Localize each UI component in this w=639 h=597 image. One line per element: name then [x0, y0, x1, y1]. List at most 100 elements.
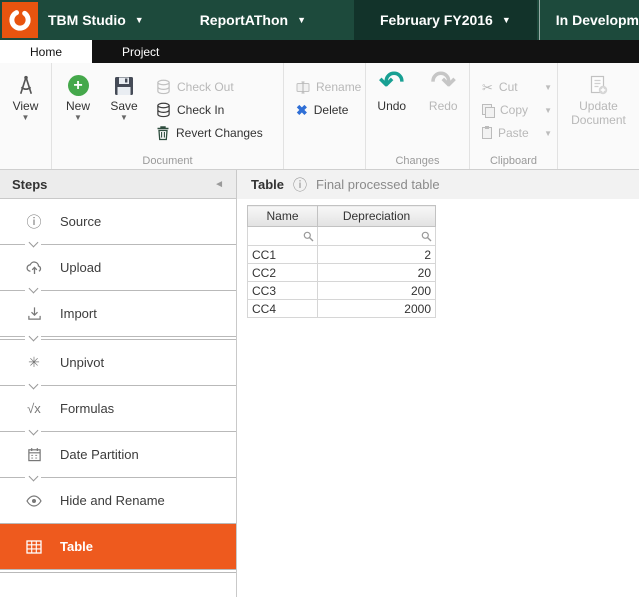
ribbon-group-view: View ▼	[0, 63, 52, 169]
collapse-panel-icon[interactable]: ◄	[214, 179, 224, 190]
rename-button[interactable]: Rename	[292, 77, 365, 97]
document-small-buttons: Check Out Check In Revert Changes	[152, 77, 267, 143]
cell-depreciation[interactable]: 200	[317, 281, 436, 300]
grid-filter-row	[247, 226, 436, 246]
new-button[interactable]: + New ▼	[55, 68, 101, 127]
step-item-formulas[interactable]: √x Formulas	[0, 386, 236, 432]
calendar-icon	[24, 447, 44, 462]
step-label: Source	[60, 214, 102, 229]
step-item-source[interactable]: ⓘ Source	[0, 199, 236, 245]
cut-button[interactable]: ✂ Cut ▼	[478, 77, 556, 97]
step-item-unpivot[interactable]: ✳ Unpivot	[0, 340, 236, 386]
revert-changes-button[interactable]: Revert Changes	[152, 123, 267, 143]
table-row[interactable]: CC3 200	[247, 281, 436, 300]
ribbon-group-update: Update Document	[558, 63, 639, 169]
chevron-down-icon	[25, 379, 41, 392]
eye-icon	[24, 494, 44, 507]
filter-cell-name[interactable]	[247, 226, 318, 246]
search-icon	[421, 231, 432, 242]
ribbon-group-document: + New ▼ Save ▼ Check Out Check In Revert…	[52, 63, 284, 169]
cell-name[interactable]: CC3	[247, 281, 318, 300]
table-row[interactable]: CC2 20	[247, 263, 436, 282]
column-header-name[interactable]: Name	[247, 205, 318, 227]
cell-depreciation[interactable]: 2000	[317, 299, 436, 318]
view-label: View	[12, 99, 39, 113]
chevron-down-icon: ▼	[120, 113, 128, 122]
step-item-date-partition[interactable]: Date Partition	[0, 432, 236, 478]
undo-button[interactable]: ↶ Undo	[369, 68, 415, 117]
trash-icon	[156, 125, 170, 141]
step-item-partial[interactable]	[0, 573, 236, 594]
new-label: New	[65, 99, 90, 113]
edit-small-buttons: Rename ✖ Delete	[292, 77, 365, 120]
paste-button[interactable]: Paste ▼	[478, 123, 556, 143]
plus-circle-icon: +	[67, 75, 89, 96]
ribbon-group-edit: Rename ✖ Delete	[284, 63, 366, 169]
brand-swirl-icon	[7, 7, 33, 33]
cell-name[interactable]: CC2	[247, 263, 318, 282]
view-button[interactable]: View ▼	[3, 68, 48, 127]
import-icon	[24, 306, 44, 321]
clipboard-small-buttons: ✂ Cut ▼ Copy ▼ Paste ▼	[478, 77, 556, 143]
document-plus-icon	[589, 72, 608, 99]
app-menu[interactable]: TBM Studio ▼	[48, 12, 144, 28]
formula-icon: √x	[27, 401, 41, 416]
chevron-down-icon: ▼	[21, 113, 30, 122]
table-row[interactable]: CC4 2000	[247, 299, 436, 318]
save-button[interactable]: Save ▼	[101, 68, 147, 127]
project-menu[interactable]: ReportAThon ▼	[200, 12, 306, 28]
cell-name[interactable]: CC1	[247, 245, 318, 264]
chevron-down-icon: ▼	[297, 14, 306, 25]
redo-arrow-icon: ↷	[430, 66, 456, 99]
app-logo[interactable]	[2, 2, 38, 38]
check-out-button[interactable]: Check Out	[152, 77, 267, 97]
compass-icon	[16, 72, 36, 99]
cell-depreciation[interactable]: 20	[317, 263, 436, 282]
update-document-button[interactable]: Update Document	[567, 68, 631, 131]
tab-home[interactable]: Home	[0, 40, 93, 63]
environment-text: In Development	[555, 12, 639, 28]
chevron-down-icon	[25, 237, 41, 250]
ribbon: View ▼ + New ▼ Save ▼ Check Out Check In…	[0, 63, 639, 170]
ribbon-group-clipboard: ✂ Cut ▼ Copy ▼ Paste ▼ Clipboard	[470, 63, 558, 169]
rename-icon	[296, 81, 310, 94]
step-item-import[interactable]: Import	[0, 291, 236, 337]
copy-button[interactable]: Copy ▼	[478, 100, 556, 120]
step-item-hide-and-rename[interactable]: Hide and Rename	[0, 478, 236, 524]
save-label: Save	[110, 99, 138, 113]
cell-name[interactable]: CC4	[247, 299, 318, 318]
step-label: Formulas	[60, 401, 115, 416]
redo-button[interactable]: ↷ Redo	[421, 68, 467, 117]
table-icon	[24, 539, 44, 554]
info-icon: ⓘ	[293, 176, 307, 193]
column-header-depreciation[interactable]: Depreciation	[317, 205, 436, 227]
check-in-label: Check In	[177, 103, 225, 117]
step-label: Date Partition	[60, 447, 139, 462]
page-title: Table	[251, 177, 284, 192]
update-document-label-2: Document	[571, 113, 626, 127]
check-out-label: Check Out	[177, 80, 234, 94]
tab-project[interactable]: Project	[92, 40, 189, 63]
undo-label: Undo	[377, 99, 407, 113]
top-bar: TBM Studio ▼ ReportAThon ▼ February FY20…	[0, 0, 639, 40]
steps-panel-title: Steps	[12, 176, 48, 192]
environment-label[interactable]: In Development	[538, 0, 639, 40]
paste-label: Paste	[498, 126, 529, 140]
table-row[interactable]: CC1 2	[247, 245, 436, 264]
cell-depreciation[interactable]: 2	[317, 245, 436, 264]
step-item-table[interactable]: Table	[0, 524, 236, 570]
steps-panel: ⓘ Source Upload Import ✳ Unpivot √x Form…	[0, 199, 237, 597]
check-in-button[interactable]: Check In	[152, 100, 267, 120]
delete-x-icon: ✖	[296, 102, 308, 118]
main-header: Table ⓘ Final processed table	[237, 170, 639, 199]
tab-bar: Home Project	[0, 40, 639, 63]
grid-header-row: Name Depreciation	[247, 205, 436, 227]
chevron-down-icon	[25, 331, 41, 344]
delete-button[interactable]: ✖ Delete	[292, 100, 365, 120]
paste-icon	[482, 126, 492, 139]
step-item-upload[interactable]: Upload	[0, 245, 236, 291]
main-content: Name Depreciation CC1 2 CC2 20 CC3 200 C…	[237, 199, 639, 597]
filter-cell-depreciation[interactable]	[317, 226, 436, 246]
group-label-document: Document	[142, 155, 193, 167]
period-menu[interactable]: February FY2016 ▼	[354, 0, 537, 40]
